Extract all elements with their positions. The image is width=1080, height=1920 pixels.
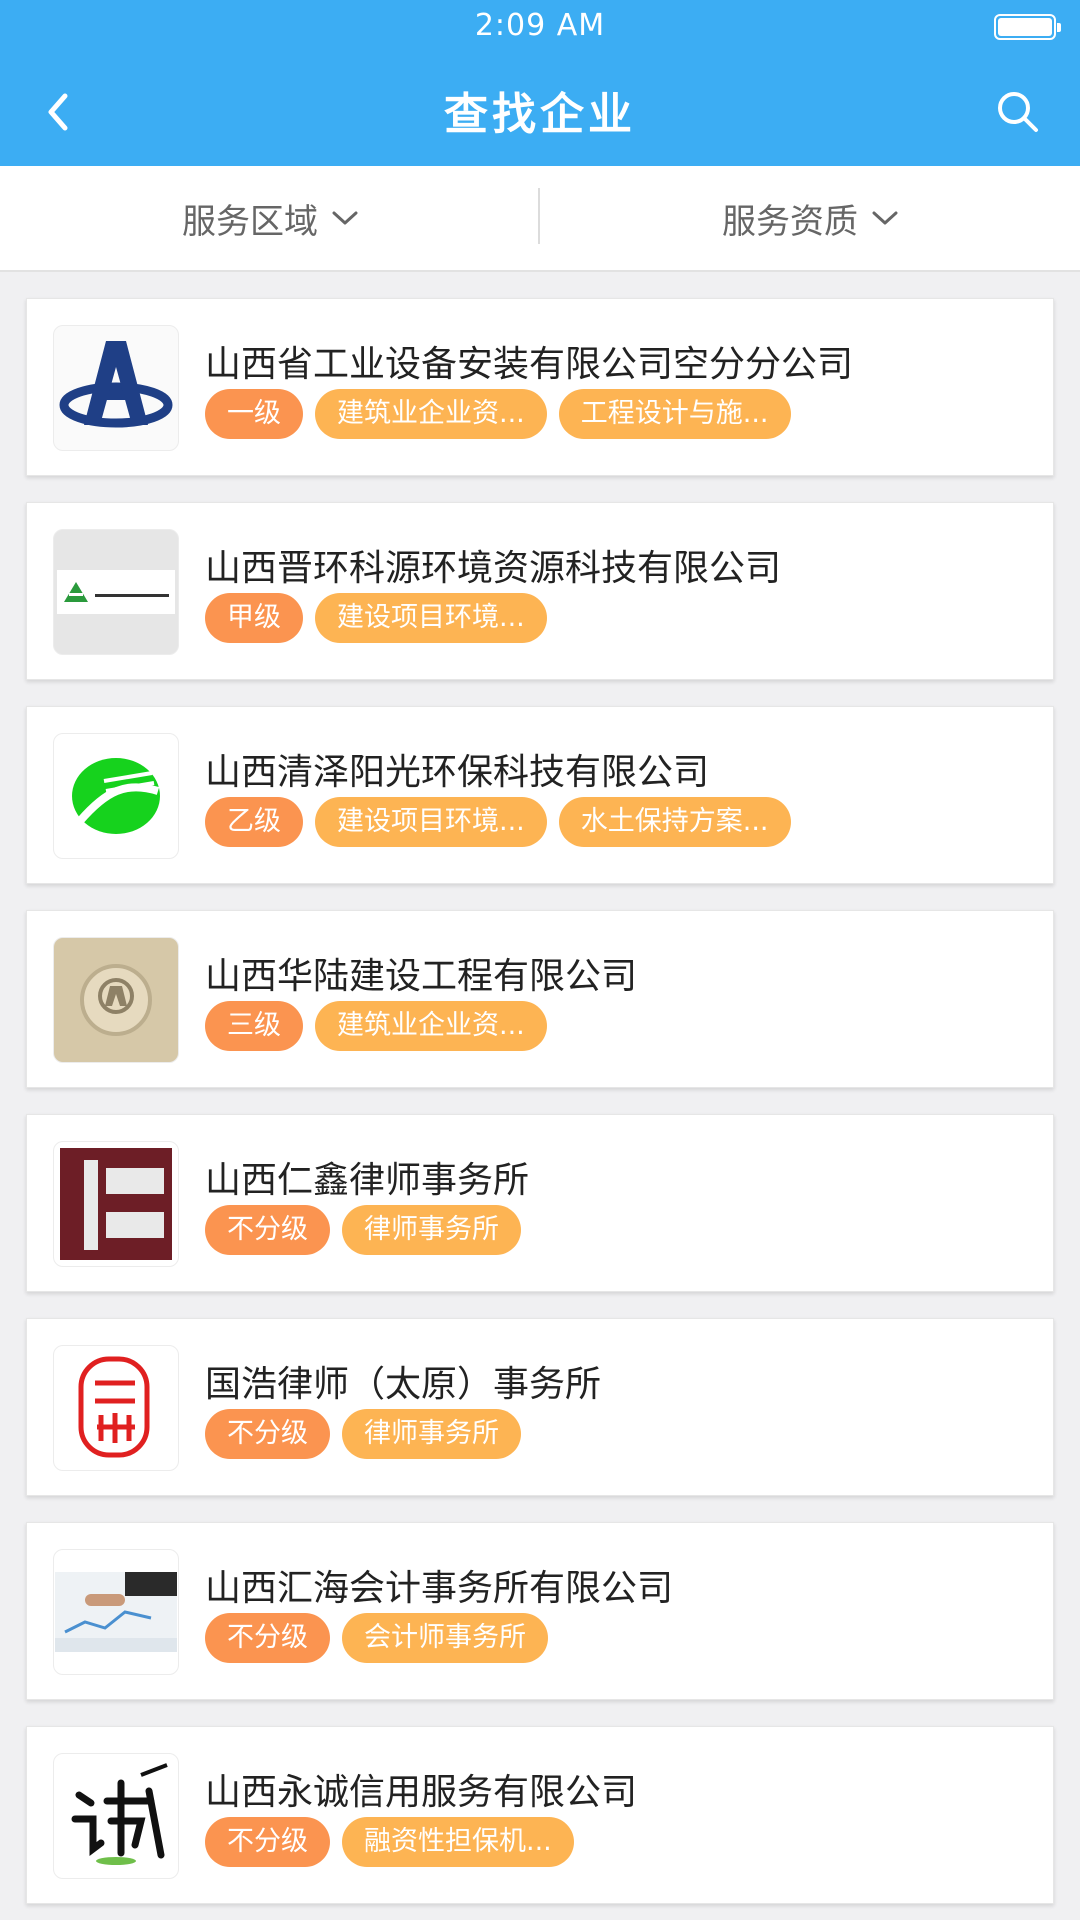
business-photo-logo [53,1549,179,1675]
search-icon [998,92,1038,132]
app-header: 2:09 AM 查找企业 [0,0,1080,166]
status-time: 2:09 AM [474,8,606,43]
company-card[interactable]: 山西清泽阳光环保科技有限公司 乙级 建设项目环境... 水土保持方案... [26,706,1054,884]
level-tag: 不分级 [205,1409,330,1459]
qualification-tag: 律师事务所 [342,1409,521,1459]
company-card[interactable]: 山西省工业设备安装有限公司空分分公司 一级 建筑业企业资... 工程设计与施..… [26,298,1054,476]
filter-bar: 服务区域 服务资质 [0,166,1080,272]
beige-emblem-logo [53,937,179,1063]
level-tag: 不分级 [205,1817,330,1867]
page-title: 查找企业 [444,89,636,140]
filter-divider [538,188,540,244]
qualification-tag: 建筑业企业资... [315,1001,547,1051]
company-name: 山西省工业设备安装有限公司空分分公司 [205,344,854,385]
level-tag: 三级 [205,1001,303,1051]
qualification-tag: 律师事务所 [342,1205,521,1255]
jinhuan-keyuan-logo [53,529,179,655]
filter-service-qualification[interactable]: 服务资质 [540,166,1080,270]
company-card[interactable]: 山西汇海会计事务所有限公司 不分级 会计师事务所 [26,1522,1054,1700]
qualification-tag: 融资性担保机... [342,1817,574,1867]
level-tag: 不分级 [205,1613,330,1663]
company-name: 山西清泽阳光环保科技有限公司 [205,752,710,793]
qualification-tag: 水土保持方案... [558,797,791,847]
qualification-tag: 工程设计与施... [558,389,791,439]
red-seal-logo [53,1345,179,1471]
letter-a-blue-logo [53,325,179,451]
red-frame-logo [53,1141,179,1267]
company-card[interactable]: 山西仁鑫律师事务所 不分级 律师事务所 [26,1114,1054,1292]
company-name: 山西仁鑫律师事务所 [205,1160,530,1201]
company-list: 山西省工业设备安装有限公司空分分公司 一级 建筑业企业资... 工程设计与施..… [26,298,1054,1920]
chevron-down-icon [332,210,358,226]
company-name: 山西汇海会计事务所有限公司 [205,1568,674,1609]
company-name: 山西晋环科源环境资源科技有限公司 [205,548,782,589]
battery-icon [994,14,1061,40]
green-leaf-logo [53,733,179,859]
qualification-tag: 建筑业企业资... [315,389,547,439]
company-card[interactable]: 山西晋环科源环境资源科技有限公司 甲级 建设项目环境... [26,502,1054,680]
company-card[interactable]: 国浩律师（太原）事务所 不分级 律师事务所 [26,1318,1054,1496]
level-tag: 一级 [205,389,303,439]
company-name: 山西华陆建设工程有限公司 [205,956,638,997]
chevron-down-icon [872,210,898,226]
level-tag: 不分级 [205,1205,330,1255]
qualification-tag: 建设项目环境... [315,797,547,847]
company-name: 山西永诚信用服务有限公司 [205,1772,638,1813]
level-tag: 乙级 [205,797,303,847]
filter-label: 服务资质 [722,201,858,242]
filter-service-area[interactable]: 服务区域 [0,166,540,270]
qualification-tag: 建设项目环境... [315,593,547,643]
qualification-tag: 会计师事务所 [342,1613,548,1663]
search-button[interactable] [992,86,1044,138]
calligraphy-logo [53,1753,179,1879]
level-tag: 甲级 [205,593,303,643]
company-card[interactable]: 山西永诚信用服务有限公司 不分级 融资性担保机... [26,1726,1054,1904]
company-name: 国浩律师（太原）事务所 [205,1364,602,1405]
filter-label: 服务区域 [182,201,318,242]
company-card[interactable]: 山西华陆建设工程有限公司 三级 建筑业企业资... [26,910,1054,1088]
